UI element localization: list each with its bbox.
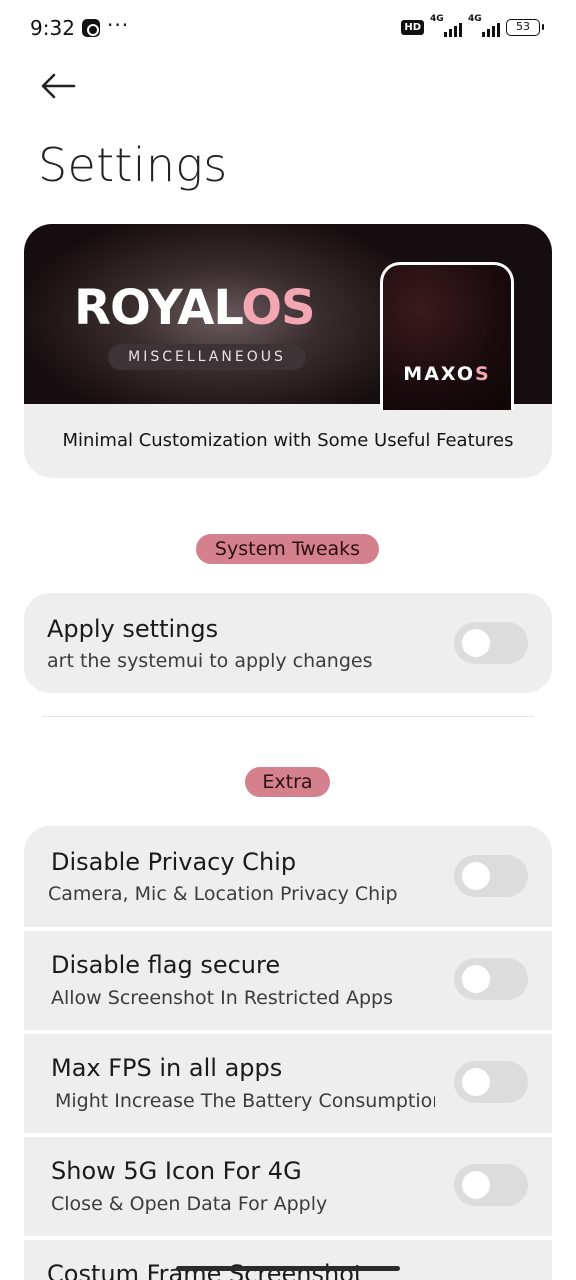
banner-image: ROYALOS MISCELLANEOUS MAXOS [24,224,552,410]
network-type-label: 4G [430,14,444,24]
row-title: Max FPS in all apps [51,1054,283,1082]
show-5g-icon-toggle[interactable] [454,1164,528,1206]
banner-caption: Minimal Customization with Some Useful F… [62,430,514,451]
network-type-label: 4G [468,14,482,24]
toggle-knob [462,629,490,657]
section-chip-system-tweaks: System Tweaks [196,534,379,564]
logo-text-pink: OS [241,280,315,336]
maxos-logo: MAXOS [383,363,511,385]
app-notification-icon [82,19,100,37]
toggle-knob [462,1171,490,1199]
row-subtitle: Camera, Mic & Location Privacy Chip [48,883,398,905]
status-time: 9:32 [30,16,75,40]
row-subtitle: Might Increase The Battery Consumption [55,1090,435,1112]
row-subtitle: Close & Open Data For Apply [51,1193,328,1215]
toggle-knob [462,1068,490,1096]
royalos-logo: ROYALOS [74,280,316,336]
disable-flag-secure-toggle[interactable] [454,958,528,1000]
setting-row-show-5g-icon[interactable]: Show 5G Icon For 4G Close & Open Data Fo… [24,1137,552,1236]
miscellaneous-badge: MISCELLANEOUS [108,344,306,370]
setting-row-disable-flag-secure[interactable]: Disable flag secure Allow Screenshot In … [24,931,552,1030]
toggle-knob [462,965,490,993]
signal-icon-sim1: 4G [430,14,462,37]
back-arrow-icon [41,73,76,99]
extra-settings-card: Disable Privacy Chip Camera, Mic & Locat… [24,826,552,1280]
gesture-home-bar[interactable] [176,1266,400,1271]
back-button[interactable] [38,68,78,104]
setting-row-costum-frame-screenshot[interactable]: Costum Frame Screenshot [24,1240,552,1280]
setting-row-max-fps[interactable]: Max FPS in all apps Might Increase The B… [24,1034,552,1133]
page-title: Settings [38,138,228,192]
setting-row-disable-privacy-chip[interactable]: Disable Privacy Chip Camera, Mic & Locat… [24,826,552,927]
row-subtitle: Allow Screenshot In Restricted Apps [51,987,393,1009]
row-title: Apply settings [47,615,219,643]
max-fps-toggle[interactable] [454,1061,528,1103]
logo-text-white: ROYAL [74,280,242,336]
apply-settings-card[interactable]: Apply settings art the systemui to apply… [24,593,552,693]
disable-privacy-chip-toggle[interactable] [454,855,528,897]
section-chip-extra: Extra [245,767,330,797]
maxos-text-white: MAXO [403,363,476,385]
status-bar: 9:32 ··· HD 4G 4G 53 [0,0,576,58]
row-title: Disable Privacy Chip [51,848,297,876]
phone-mockup: MAXOS [380,262,514,410]
row-subtitle: art the systemui to apply changes [47,650,373,672]
maxos-text-pink: S [475,363,491,385]
signal-icon-sim2: 4G [468,14,500,37]
battery-icon: 53 [506,18,544,36]
more-notifications-icon: ··· [107,13,130,37]
banner-card: ROYALOS MISCELLANEOUS MAXOS Minimal Cust… [24,224,552,478]
apply-settings-toggle[interactable] [454,622,528,664]
apply-settings-row[interactable]: Apply settings art the systemui to apply… [24,593,552,693]
hd-voice-icon: HD [401,19,424,35]
toggle-knob [462,862,490,890]
section-divider [42,716,534,717]
row-title: Show 5G Icon For 4G [51,1157,302,1185]
row-title: Disable flag secure [51,951,281,979]
